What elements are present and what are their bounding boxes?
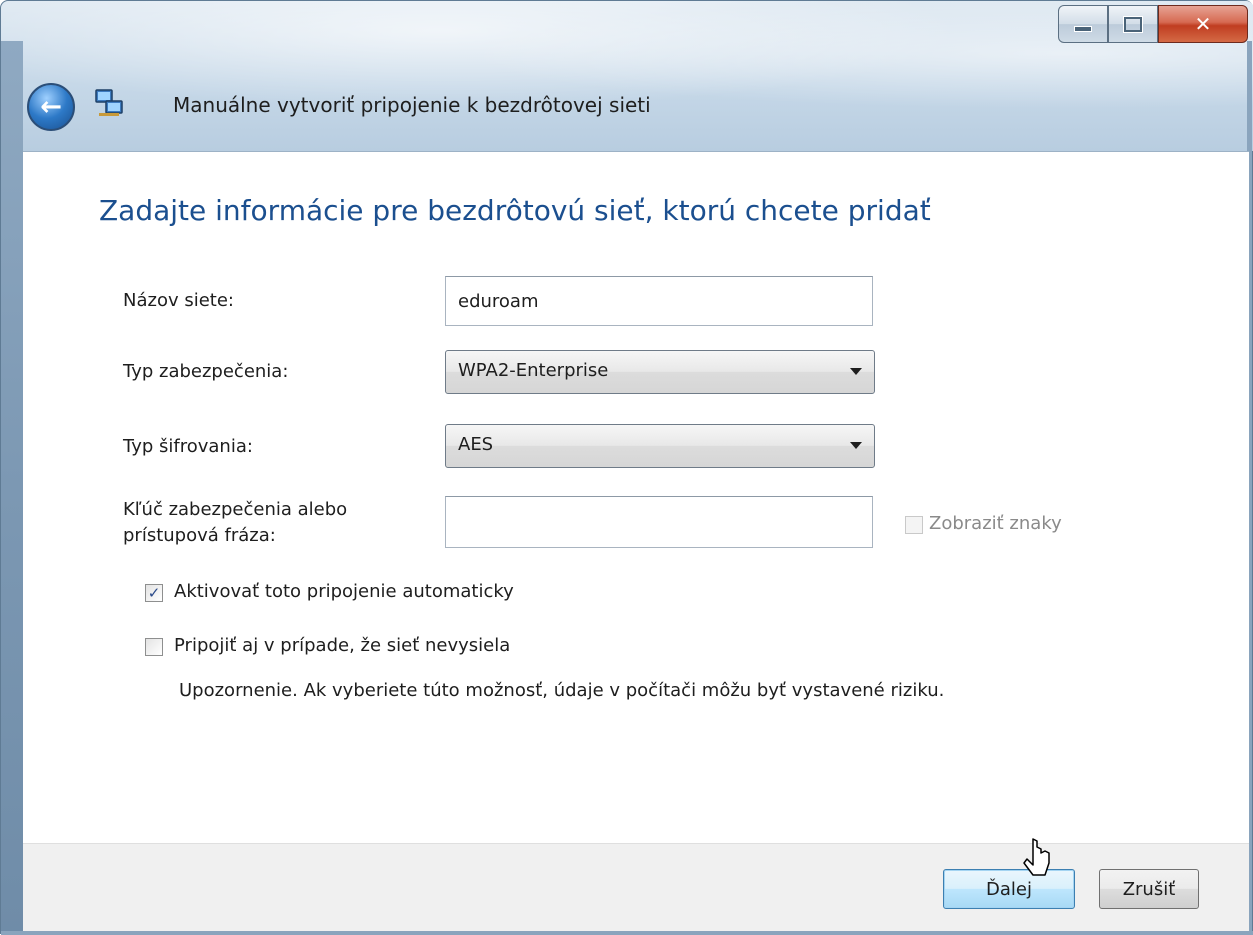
maximize-button[interactable] xyxy=(1108,5,1158,43)
network-icon xyxy=(95,89,123,116)
security-key-input[interactable] xyxy=(445,496,873,548)
encryption-type-label: Typ šifrovania: xyxy=(123,436,253,457)
window-border-left xyxy=(1,41,23,935)
security-key-label-line2: prístupová fráza: xyxy=(123,525,276,546)
wizard-content: Zadajte informácie pre bezdrôtovú sieť, … xyxy=(23,151,1249,844)
wizard-footer: Ďalej Zrušiť xyxy=(23,843,1249,932)
minimize-button[interactable] xyxy=(1058,5,1108,43)
next-button[interactable]: Ďalej xyxy=(943,869,1075,909)
window-border-bottom xyxy=(1,931,1253,935)
window-controls: ✕ xyxy=(1058,5,1248,45)
encryption-type-value: AES xyxy=(458,434,494,455)
security-type-select[interactable]: WPA2-Enterprise xyxy=(445,350,875,394)
dialog-window: ✕ ← Manuálne vytvoriť pripojenie k bezdr… xyxy=(0,0,1253,935)
auto-connect-checkbox[interactable]: ✓ xyxy=(145,584,163,602)
encryption-type-select[interactable]: AES xyxy=(445,424,875,468)
checkmark-icon: ✓ xyxy=(147,583,161,602)
show-chars-checkbox[interactable] xyxy=(905,516,923,534)
connect-hidden-label[interactable]: Pripojiť aj v prípade, že sieť nevysiela xyxy=(174,635,510,656)
dropdown-arrow-icon xyxy=(850,368,862,375)
mouse-cursor-icon xyxy=(1023,838,1050,876)
security-type-value: WPA2-Enterprise xyxy=(458,360,609,381)
network-name-input[interactable] xyxy=(445,276,873,326)
show-chars-label: Zobraziť znaky xyxy=(929,513,1062,534)
close-icon: ✕ xyxy=(1194,12,1212,36)
network-name-label: Názov siete: xyxy=(123,290,234,311)
security-type-label: Typ zabezpečenia: xyxy=(123,361,289,382)
cancel-button[interactable]: Zrušiť xyxy=(1099,869,1199,909)
dropdown-arrow-icon xyxy=(850,442,862,449)
back-button[interactable]: ← xyxy=(27,83,75,131)
window-title: Manuálne vytvoriť pripojenie k bezdrôtov… xyxy=(173,93,651,117)
auto-connect-label[interactable]: Aktivovať toto pripojenie automaticky xyxy=(174,581,514,602)
title-bar: ✕ ← Manuálne vytvoriť pripojenie k bezdr… xyxy=(1,1,1253,151)
connect-hidden-checkbox[interactable] xyxy=(145,638,163,656)
close-button[interactable]: ✕ xyxy=(1158,5,1248,43)
maximize-icon xyxy=(1124,16,1142,32)
warning-text: Upozornenie. Ak vyberiete túto možnosť, … xyxy=(179,680,945,701)
security-key-label-line1: Kľúč zabezpečenia alebo xyxy=(123,499,348,520)
minimize-icon xyxy=(1074,26,1092,32)
page-heading: Zadajte informácie pre bezdrôtovú sieť, … xyxy=(99,194,931,227)
back-arrow-icon: ← xyxy=(40,92,62,122)
